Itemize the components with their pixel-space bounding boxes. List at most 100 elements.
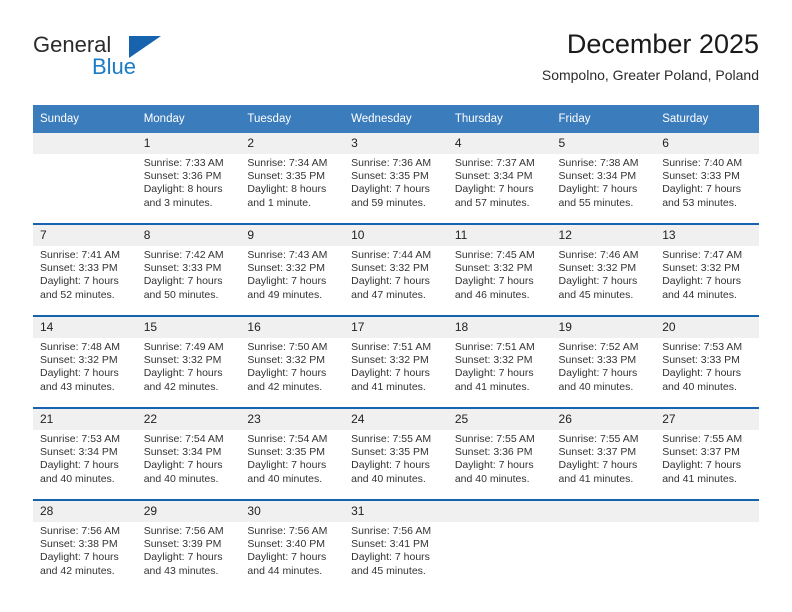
day-daylight-2-text: and 40 minutes.	[558, 380, 634, 393]
day-cell[interactable]: Sunrise: 7:45 AM Sunset: 3:32 PM Daylight:…	[447, 246, 552, 315]
day-daylight-2-text: and 40 minutes.	[351, 472, 426, 485]
general-blue-logo[interactable]: General Blue	[33, 32, 233, 88]
day-cell[interactable]: Sunrise: 7:46 AM Sunset: 3:32 PM Daylight:…	[551, 246, 656, 315]
day-cell[interactable]: Sunrise: 7:43 AM Sunset: 3:32 PM Daylight:…	[240, 246, 345, 315]
day-sunset-text: Sunset: 3:35 PM	[247, 170, 326, 183]
day-cell[interactable]: Sunrise: 7:56 AM Sunset: 3:39 PM Daylight:…	[136, 522, 241, 591]
day-sunset-text: Sunset: 3:38 PM	[40, 538, 118, 551]
day-number[interactable]: 10	[344, 225, 448, 246]
day-number[interactable]: 5	[551, 133, 656, 154]
day-number[interactable]: 26	[551, 409, 656, 430]
day-daylight-2-text: and 45 minutes.	[558, 288, 634, 301]
day-number[interactable]: 15	[136, 317, 241, 338]
week-detail-row: Sunrise: 7:48 AM Sunset: 3:32 PM Daylight:…	[33, 338, 759, 407]
day-number[interactable]: 13	[655, 225, 759, 246]
day-sunset-text: Sunset: 3:34 PM	[40, 446, 118, 459]
day-cell[interactable]: Sunrise: 7:42 AM Sunset: 3:33 PM Daylight:…	[136, 246, 241, 315]
day-number[interactable]: 19	[551, 317, 656, 338]
day-daylight-1-text: Daylight: 7 hours	[143, 459, 223, 472]
day-cell[interactable]: Sunrise: 7:37 AM Sunset: 3:34 PM Daylight:…	[447, 154, 552, 223]
day-number[interactable]: 25	[447, 409, 552, 430]
day-cell[interactable]: Sunrise: 7:53 AM Sunset: 3:34 PM Daylight:…	[33, 430, 137, 499]
day-cell[interactable]: Sunrise: 7:54 AM Sunset: 3:34 PM Daylight:…	[136, 430, 241, 499]
day-cell[interactable]: Sunrise: 7:33 AM Sunset: 3:36 PM Daylight:…	[136, 154, 241, 223]
day-number[interactable]: 14	[33, 317, 137, 338]
day-cell[interactable]: Sunrise: 7:47 AM Sunset: 3:32 PM Daylight:…	[655, 246, 759, 315]
day-number[interactable]: 7	[33, 225, 137, 246]
day-cell[interactable]: Sunrise: 7:49 AM Sunset: 3:32 PM Daylight:…	[136, 338, 241, 407]
day-sunset-text: Sunset: 3:32 PM	[662, 262, 740, 275]
day-daylight-1-text: Daylight: 7 hours	[662, 459, 742, 472]
day-cell[interactable]: Sunrise: 7:50 AM Sunset: 3:32 PM Daylight:…	[240, 338, 345, 407]
day-number[interactable]: 22	[136, 409, 241, 430]
day-cell[interactable]: Sunrise: 7:36 AM Sunset: 3:35 PM Daylight:…	[344, 154, 448, 223]
day-cell[interactable]: Sunrise: 7:38 AM Sunset: 3:34 PM Daylight:…	[551, 154, 656, 223]
day-cell[interactable]: Sunrise: 7:51 AM Sunset: 3:32 PM Daylight:…	[344, 338, 448, 407]
day-number[interactable]: 6	[655, 133, 759, 154]
day-cell[interactable]: Sunrise: 7:54 AM Sunset: 3:35 PM Daylight:…	[240, 430, 345, 499]
day-cell[interactable]: Sunrise: 7:56 AM Sunset: 3:40 PM Daylight:…	[240, 522, 345, 591]
day-cell[interactable]: Sunrise: 7:55 AM Sunset: 3:37 PM Daylight:…	[655, 430, 759, 499]
day-number[interactable]: 9	[240, 225, 345, 246]
day-sunset-text: Sunset: 3:36 PM	[454, 446, 533, 459]
day-cell[interactable]: Sunrise: 7:55 AM Sunset: 3:37 PM Daylight:…	[551, 430, 656, 499]
day-number[interactable]: 2	[240, 133, 345, 154]
day-sunrise-text: Sunrise: 7:52 AM	[558, 341, 639, 353]
day-daylight-2-text: and 45 minutes.	[351, 564, 426, 577]
day-number[interactable]: 11	[447, 225, 552, 246]
day-number[interactable]: 8	[136, 225, 241, 246]
day-sunset-text: Sunset: 3:33 PM	[40, 262, 118, 275]
day-number[interactable]: 24	[344, 409, 448, 430]
day-daylight-2-text: and 57 minutes.	[454, 196, 530, 209]
day-cell[interactable]: Sunrise: 7:51 AM Sunset: 3:32 PM Daylight:…	[447, 338, 552, 407]
day-number[interactable]: 23	[240, 409, 345, 430]
day-sunset-text: Sunset: 3:35 PM	[351, 446, 429, 459]
day-number[interactable]: 16	[240, 317, 345, 338]
day-number[interactable]: 17	[344, 317, 448, 338]
day-number[interactable]: 18	[447, 317, 552, 338]
page-subtitle: Sompolno, Greater Poland, Poland	[541, 67, 759, 83]
day-cell[interactable]: Sunrise: 7:44 AM Sunset: 3:32 PM Daylight:…	[344, 246, 448, 315]
day-cell[interactable]: Sunrise: 7:56 AM Sunset: 3:41 PM Daylight:…	[344, 522, 448, 591]
day-cell[interactable]: Sunrise: 7:40 AM Sunset: 3:33 PM Daylight:…	[655, 154, 759, 223]
day-number[interactable]: 28	[33, 501, 137, 522]
day-sunrise-text: Sunrise: 7:40 AM	[662, 157, 743, 169]
day-sunrise-text: Sunrise: 7:56 AM	[351, 525, 432, 537]
day-sunset-text: Sunset: 3:32 PM	[247, 354, 326, 367]
day-sunset-text: Sunset: 3:37 PM	[662, 446, 740, 459]
day-cell[interactable]: Sunrise: 7:55 AM Sunset: 3:36 PM Daylight:…	[447, 430, 552, 499]
day-sunset-text: Sunset: 3:32 PM	[143, 354, 222, 367]
day-number[interactable]: 27	[655, 409, 759, 430]
day-number[interactable]: 1	[136, 133, 241, 154]
day-cell[interactable]: Sunrise: 7:34 AM Sunset: 3:35 PM Daylight:…	[240, 154, 345, 223]
day-sunset-text: Sunset: 3:32 PM	[40, 354, 118, 367]
day-sunset-text: Sunset: 3:40 PM	[247, 538, 326, 551]
day-cell[interactable]: Sunrise: 7:41 AM Sunset: 3:33 PM Daylight:…	[33, 246, 137, 315]
day-number[interactable]: 21	[33, 409, 137, 430]
day-daylight-2-text: and 42 minutes.	[40, 564, 115, 577]
day-daylight-2-text: and 44 minutes.	[662, 288, 737, 301]
day-number[interactable]: 30	[240, 501, 345, 522]
calendar-table: Sunday Monday Tuesday Wednesday Thursday…	[33, 105, 759, 591]
day-daylight-2-text: and 40 minutes.	[247, 472, 323, 485]
day-daylight-1-text: Daylight: 8 hours	[143, 183, 223, 196]
day-cell[interactable]: Sunrise: 7:56 AM Sunset: 3:38 PM Daylight:…	[33, 522, 137, 591]
day-number[interactable]: 20	[655, 317, 759, 338]
day-number-empty	[447, 501, 552, 522]
day-number[interactable]: 29	[136, 501, 241, 522]
day-sunset-text: Sunset: 3:32 PM	[351, 354, 429, 367]
day-number[interactable]: 31	[344, 501, 448, 522]
day-cell[interactable]: Sunrise: 7:53 AM Sunset: 3:33 PM Daylight:…	[655, 338, 759, 407]
day-cell[interactable]: Sunrise: 7:55 AM Sunset: 3:35 PM Daylight:…	[344, 430, 448, 499]
day-daylight-1-text: Daylight: 7 hours	[247, 551, 327, 564]
day-number[interactable]: 12	[551, 225, 656, 246]
day-number[interactable]: 3	[344, 133, 448, 154]
day-cell[interactable]: Sunrise: 7:48 AM Sunset: 3:32 PM Daylight:…	[33, 338, 137, 407]
day-cell-empty	[33, 154, 137, 223]
title-block: December 2025 Sompolno, Greater Poland, …	[542, 28, 759, 85]
day-number[interactable]: 4	[447, 133, 552, 154]
day-sunrise-text: Sunrise: 7:38 AM	[558, 157, 639, 169]
week-detail-row: Sunrise: 7:41 AM Sunset: 3:33 PM Daylight:…	[33, 246, 759, 315]
day-sunrise-text: Sunrise: 7:55 AM	[558, 433, 639, 445]
day-cell[interactable]: Sunrise: 7:52 AM Sunset: 3:33 PM Daylight:…	[551, 338, 656, 407]
